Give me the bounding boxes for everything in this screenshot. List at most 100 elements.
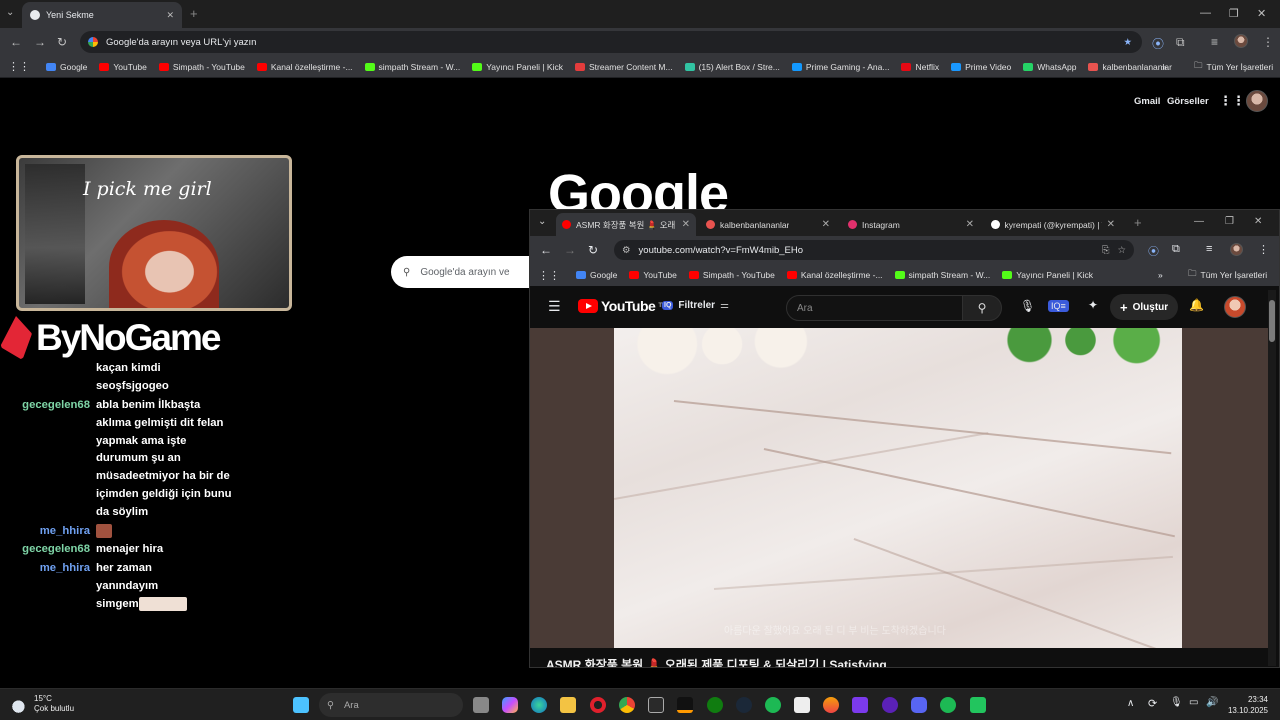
reload-icon[interactable]: ↻: [588, 243, 598, 257]
volume-icon[interactable]: 🔊: [1206, 697, 1218, 708]
bookmark-item[interactable]: Yayıncı Paneli | Kick: [472, 62, 563, 72]
amazon-icon[interactable]: [677, 697, 693, 713]
all-bookmarks-folder[interactable]: 🗀 Tüm Yer İşaretleri: [1188, 268, 1267, 282]
notifications-icon[interactable]: 🔔: [1189, 298, 1204, 312]
tab-search-icon[interactable]: ⌄: [538, 216, 546, 227]
epic-games-icon[interactable]: [648, 697, 664, 713]
filters-button[interactable]: IQ Filtreler ⚌: [662, 300, 729, 311]
copilot-icon[interactable]: [502, 697, 518, 713]
new-tab-button[interactable]: +: [1134, 215, 1142, 230]
bookmark-item[interactable]: (15) Alert Box / Stre...: [684, 62, 780, 72]
tray-sync-icon[interactable]: ⟳: [1148, 697, 1157, 710]
forward-icon[interactable]: →: [34, 35, 46, 49]
hamburger-menu-icon[interactable]: ☰: [548, 298, 561, 315]
bookmark-item[interactable]: Netflix: [901, 62, 939, 72]
xbox-icon[interactable]: [707, 697, 723, 713]
browser-tab[interactable]: Instagram ✕: [842, 213, 980, 236]
restore-icon[interactable]: ❐: [1225, 216, 1234, 227]
minimize-icon[interactable]: —: [1194, 216, 1204, 227]
microphone-icon[interactable]: 🎙: [1170, 697, 1183, 708]
reload-icon[interactable]: ↻: [57, 35, 67, 49]
spotify-icon-2[interactable]: [940, 697, 956, 713]
steam-icon[interactable]: [736, 697, 752, 713]
bookmark-item[interactable]: Prime Gaming - Ana...: [791, 62, 889, 72]
more-bookmarks-icon[interactable]: »: [1162, 62, 1167, 72]
gmail-link[interactable]: Gmail: [1134, 96, 1160, 107]
extensions-icon[interactable]: ⧉: [1176, 35, 1185, 50]
bookmark-item[interactable]: Simpath - YouTube: [688, 270, 775, 280]
bookmark-item[interactable]: Streamer Content M...: [574, 62, 673, 72]
back-icon[interactable]: ←: [10, 35, 22, 49]
app-icon[interactable]: [823, 697, 839, 713]
bookmark-item[interactable]: simpath Stream - W...: [364, 62, 460, 72]
media-icon[interactable]: ≡: [1211, 35, 1218, 49]
bookmark-item[interactable]: Google: [46, 62, 87, 72]
page-scrollbar[interactable]: [1268, 290, 1276, 666]
capcut-icon[interactable]: [794, 697, 810, 713]
tray-chevron-icon[interactable]: ∧: [1127, 698, 1134, 709]
spotify-icon[interactable]: [765, 697, 781, 713]
bookmark-item[interactable]: YouTube: [629, 270, 677, 280]
bookmark-item[interactable]: Prime Video: [951, 62, 1011, 72]
chrome-icon[interactable]: [619, 697, 635, 713]
install-icon[interactable]: ⎘: [1102, 245, 1110, 256]
bookmark-item[interactable]: kalbenbanlananlar: [1088, 62, 1172, 72]
weather-cloud-icon[interactable]: [12, 697, 28, 713]
voice-search-icon[interactable]: 🎙: [1020, 299, 1035, 313]
all-bookmarks-folder[interactable]: 🗀 Tüm Yer İşaretleri: [1194, 60, 1273, 74]
bookmark-item[interactable]: Kanal özelleştirme -...: [786, 270, 883, 280]
close-tab-icon[interactable]: ✕: [166, 10, 174, 21]
green-app-icon[interactable]: [970, 697, 986, 713]
media-icon[interactable]: ≡: [1206, 243, 1212, 255]
apps-grid-icon[interactable]: ⋮⋮: [8, 60, 30, 73]
video-player[interactable]: 아름다운 잘했어요 오래 된 디 부 비는 도착하겠습니다: [530, 328, 1268, 648]
menu-icon[interactable]: ⋮: [1258, 243, 1269, 256]
omnibox[interactable]: Google'da arayın veya URL'yi yazın ★: [80, 31, 1142, 53]
tab-new-tab[interactable]: Yeni Sekme ✕: [22, 2, 182, 28]
inner-omnibox[interactable]: ⚙ youtube.com/watch?v=FmW4mib_EHo ⎘ ☆: [614, 240, 1134, 260]
iq-queue-icon[interactable]: IQ≡: [1048, 300, 1069, 312]
close-window-icon[interactable]: ✕: [1254, 216, 1262, 227]
bookmark-item[interactable]: Kanal özelleştirme -...: [256, 62, 353, 72]
create-button[interactable]: + Oluştur: [1110, 294, 1179, 320]
tab-search-icon[interactable]: ⌄: [6, 7, 14, 18]
close-window-icon[interactable]: ✕: [1257, 7, 1266, 20]
close-tab-icon[interactable]: ✕: [966, 219, 974, 230]
file-explorer-icon[interactable]: [560, 697, 576, 713]
site-info-icon[interactable]: ⚙: [622, 245, 631, 256]
bookmark-star-icon[interactable]: ☆: [1117, 245, 1126, 256]
browser-tab[interactable]: ASMR 화장품 복원 💄 오래 ✕: [556, 213, 696, 236]
task-view-icon[interactable]: [473, 697, 489, 713]
taskbar-search[interactable]: ⚲ Ara: [319, 693, 463, 717]
bookmark-item[interactable]: WhatsApp: [1023, 62, 1076, 72]
bookmark-star-icon[interactable]: ★: [1123, 37, 1132, 48]
browser-tab[interactable]: kyrempati (@kyrempati) | T ✕: [985, 213, 1121, 236]
profile-avatar[interactable]: [1234, 34, 1248, 48]
apps-grid-icon[interactable]: ⋮⋮: [538, 269, 560, 282]
network-icon[interactable]: ▭: [1189, 697, 1198, 708]
obs-icon[interactable]: [882, 697, 898, 713]
restore-icon[interactable]: ❐: [1229, 7, 1239, 20]
system-clock[interactable]: 23:34 13.10.2025: [1222, 694, 1268, 716]
close-tab-icon[interactable]: ✕: [682, 219, 690, 230]
ai-assistant-icon[interactable]: ✦: [1088, 298, 1098, 312]
edge-icon[interactable]: [531, 697, 547, 713]
close-tab-icon[interactable]: ✕: [1107, 219, 1115, 230]
weather-widget[interactable]: 15°C Çok bulutlu: [34, 694, 74, 714]
youtube-logo[interactable]: YouTube TR: [578, 298, 666, 314]
youtube-search-input[interactable]: Ara: [786, 295, 963, 321]
start-windows-icon[interactable]: [293, 697, 309, 713]
back-icon[interactable]: ←: [540, 243, 552, 257]
extension-audio-icon[interactable]: ⦿: [1148, 243, 1159, 259]
extensions-icon[interactable]: ⧉: [1172, 243, 1180, 256]
google-account-avatar[interactable]: [1246, 90, 1268, 112]
purple-app-icon[interactable]: [852, 697, 868, 713]
discord-icon[interactable]: [911, 697, 927, 713]
menu-icon[interactable]: ⋮: [1262, 35, 1274, 49]
profile-avatar[interactable]: [1230, 243, 1243, 256]
bookmark-item[interactable]: simpath Stream - W...: [894, 270, 990, 280]
youtube-account-avatar[interactable]: [1224, 296, 1246, 318]
images-link[interactable]: Görseller: [1167, 96, 1209, 107]
more-bookmarks-icon[interactable]: »: [1158, 270, 1163, 280]
close-tab-icon[interactable]: ✕: [822, 219, 830, 230]
